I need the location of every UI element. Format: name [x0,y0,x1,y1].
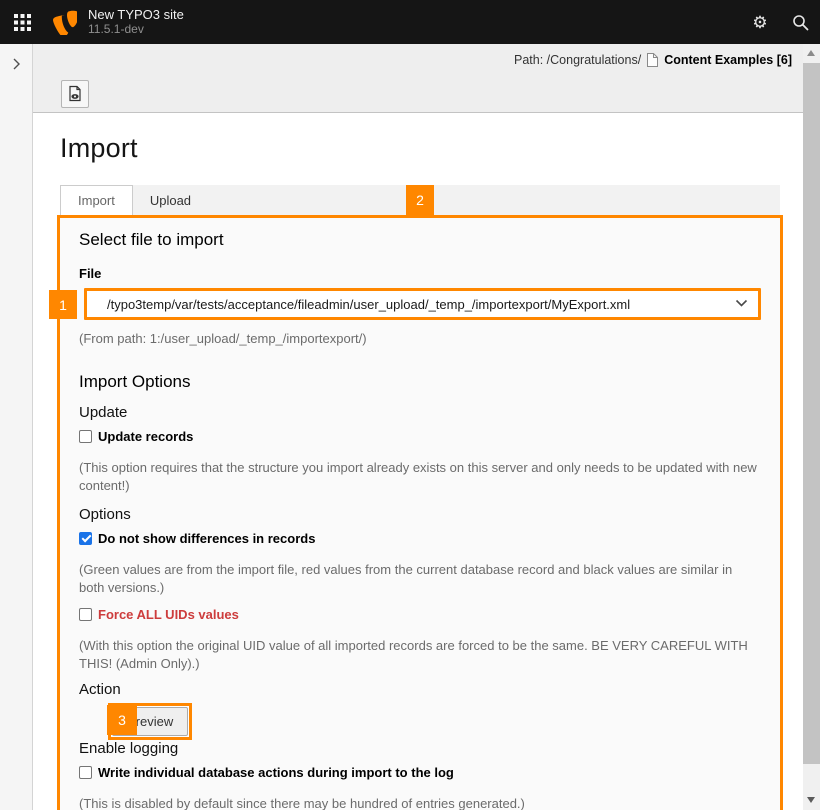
page-icon [646,52,659,68]
view-page-icon [67,85,83,102]
topbar-toolbar: ⚙ [740,0,820,44]
force-uid-checkbox[interactable] [79,608,92,621]
body: Path: /Congratulations/ Content Examples… [0,44,820,810]
diff-checkbox[interactable] [79,532,92,545]
logging-row[interactable]: Write individual database actions during… [79,765,761,780]
update-heading: Update [79,404,761,421]
file-field-label: File [79,266,761,281]
annotation-marker-1: 1 [49,290,77,319]
action-row: 3 Preview [79,703,761,740]
grid-icon [14,14,31,31]
tab-upload[interactable]: Upload [133,185,208,215]
update-records-label[interactable]: Update records [98,429,193,444]
brand-text: New TYPO3 site 11.5.1-dev [88,8,184,36]
update-records-checkbox[interactable] [79,430,92,443]
module-content: Import Import Upload 2 Select file to im… [33,113,803,810]
options-heading: Options [79,506,761,523]
diff-note: (Green values are from the import file, … [79,561,761,597]
scrollbar-down-arrow[interactable] [807,797,815,803]
module-menu-button[interactable] [0,0,44,44]
typo3-logo-icon [51,9,77,35]
settings-button[interactable]: ⚙ [740,0,780,44]
force-uid-row[interactable]: Force ALL UIDs values [79,607,761,622]
pagetree-sidebar [0,44,33,810]
import-form-panel: Select file to import File 1 /typo3temp/… [57,215,783,810]
logging-label[interactable]: Write individual database actions during… [98,765,454,780]
record-title: Content Examples [6] [664,53,792,67]
tab-upload-label: Upload [150,193,191,208]
docheader: Path: /Congratulations/ Content Examples… [33,44,803,113]
scrollbar-track[interactable] [803,44,820,810]
scrollbar-up-arrow[interactable] [807,50,815,56]
diff-label[interactable]: Do not show differences in records [98,531,315,546]
force-uid-label[interactable]: Force ALL UIDs values [98,607,239,622]
update-note: (This option requires that the structure… [79,459,761,495]
docheader-buttonbar [33,75,803,112]
tab-import-label: Import [78,193,115,208]
site-title: New TYPO3 site [88,8,184,22]
breadcrumb: Path: /Congratulations/ Content Examples… [33,44,803,75]
brand[interactable]: New TYPO3 site 11.5.1-dev [44,0,184,44]
logging-checkbox[interactable] [79,766,92,779]
file-select[interactable]: /typo3temp/var/tests/acceptance/fileadmi… [84,288,761,320]
view-webpage-button[interactable] [61,80,89,108]
search-icon [792,14,809,31]
page-title: Import [60,133,780,164]
annotation-marker-3: 3 [107,705,137,735]
search-button[interactable] [780,0,820,44]
scrollbar-thumb[interactable] [803,63,820,764]
file-section-heading: Select file to import [79,230,761,250]
import-options-heading: Import Options [79,372,761,392]
force-uid-note: (With this option the original UID value… [79,637,761,673]
module-main: Path: /Congratulations/ Content Examples… [33,44,803,810]
file-select-wrap: 1 /typo3temp/var/tests/acceptance/filead… [84,288,761,320]
gear-icon: ⚙ [752,14,767,31]
logging-heading: Enable logging [79,740,761,757]
logging-note: (This is disabled by default since there… [79,795,761,810]
annotation-marker-2: 2 [406,185,434,215]
expand-sidebar-chevron-icon[interactable] [11,57,22,71]
diff-row[interactable]: Do not show differences in records [79,531,761,546]
topbar: New TYPO3 site 11.5.1-dev ⚙ [0,0,820,44]
tab-bar: Import Upload 2 [60,185,780,215]
update-records-row[interactable]: Update records [79,429,761,444]
breadcrumb-path: Path: /Congratulations/ [514,53,641,67]
site-version: 11.5.1-dev [88,23,184,36]
file-path-note: (From path: 1:/user_upload/_temp_/import… [79,330,761,348]
action-heading: Action [79,681,761,698]
typo3-backend-window: New TYPO3 site 11.5.1-dev ⚙ [0,0,820,810]
tab-import[interactable]: Import [60,185,133,215]
